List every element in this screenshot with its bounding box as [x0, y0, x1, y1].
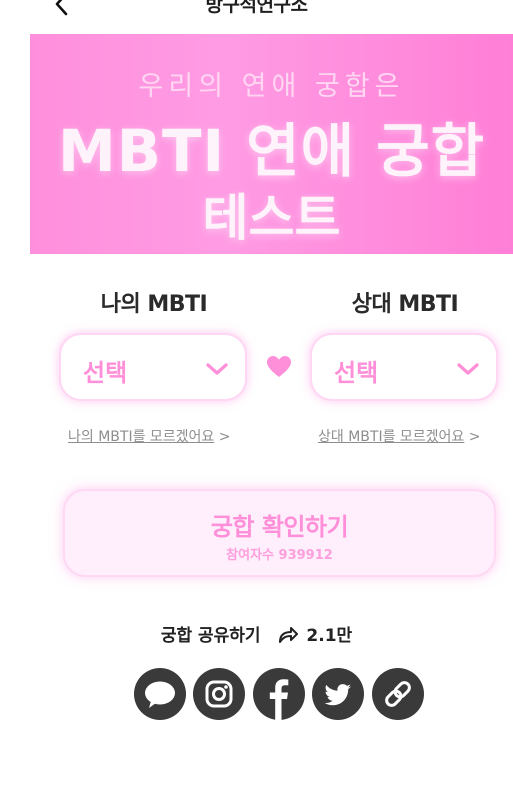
kakao-share-button[interactable] — [134, 668, 186, 720]
my-mbti-unknown-text: 나의 MBTI를 모르겠어요 — [68, 429, 215, 445]
instagram-share-button[interactable] — [193, 668, 245, 720]
share-label: 궁합 공유하기 — [160, 626, 261, 646]
my-mbti-select[interactable]: 선택 — [59, 333, 247, 401]
participant-count: 참여자수 939912 — [226, 548, 333, 563]
top-bar: 방구석연구소 — [0, 0, 513, 22]
chevron-right-icon: > — [218, 429, 231, 445]
my-mbti-select-value: 선택 — [83, 359, 128, 387]
partner-mbti-unknown-link[interactable]: 상대 MBTI를 모르겠어요 > — [318, 426, 481, 446]
check-compatibility-button[interactable]: 궁합 확인하기 참여자수 939912 — [63, 489, 496, 577]
chevron-right-icon: > — [468, 429, 481, 445]
facebook-share-button[interactable] — [253, 668, 305, 720]
link-icon — [385, 681, 411, 707]
share-count: 2.1만 — [306, 626, 353, 646]
my-mbti-label: 나의 MBTI — [100, 292, 208, 317]
twitter-icon — [324, 684, 351, 706]
chevron-down-icon — [457, 363, 479, 375]
check-button-label: 궁합 확인하기 — [210, 513, 349, 541]
copy-link-button[interactable] — [372, 668, 424, 720]
share-row: 궁합 공유하기 2.1만 — [0, 621, 513, 646]
kakao-talk-icon — [145, 681, 175, 708]
partner-mbti-label: 상대 MBTI — [351, 292, 459, 317]
partner-mbti-select-value: 선택 — [334, 359, 379, 387]
banner-subtitle: 우리의 연애 궁합은 — [138, 71, 405, 102]
partner-mbti-unknown-text: 상대 MBTI를 모르겠어요 — [318, 429, 465, 445]
banner-title-line1: MBTI 연애 궁합 — [58, 117, 485, 185]
chevron-down-icon — [206, 363, 228, 375]
my-mbti-unknown-link[interactable]: 나의 MBTI를 모르겠어요 > — [68, 426, 231, 446]
instagram-icon — [205, 680, 233, 708]
facebook-icon — [269, 679, 289, 720]
heart-icon — [267, 356, 291, 377]
banner-title-line2: 테스트 — [202, 189, 341, 247]
partner-mbti-select[interactable]: 선택 — [310, 333, 498, 401]
app-title: 방구석연구소 — [205, 0, 308, 16]
share-arrow-icon[interactable] — [277, 624, 299, 644]
twitter-share-button[interactable] — [312, 668, 364, 720]
test-banner: 우리의 연애 궁합은 MBTI 연애 궁합 테스트 — [30, 34, 513, 254]
